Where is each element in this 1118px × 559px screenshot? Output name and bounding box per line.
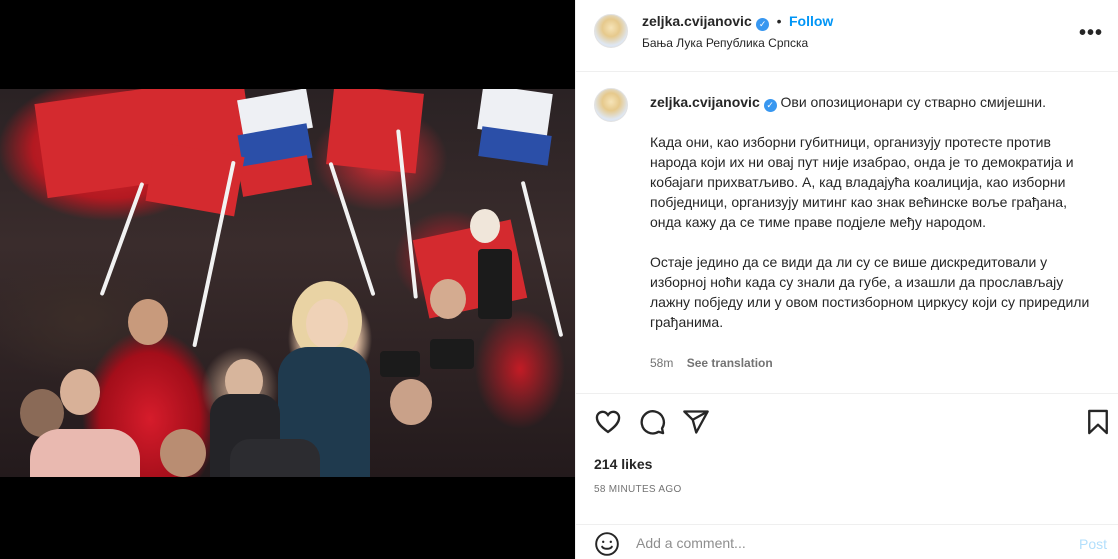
person xyxy=(390,379,432,425)
camera xyxy=(478,249,512,319)
camera xyxy=(430,339,474,369)
post-photo[interactable] xyxy=(0,89,575,477)
post-comment-button[interactable]: Post xyxy=(1079,536,1107,552)
header-user-line: zeljka.cvijanovic ✓ • Follow xyxy=(642,13,833,31)
avatar[interactable] xyxy=(594,88,628,122)
post-timestamp: 58 MINUTES AGO xyxy=(594,484,682,495)
share-icon[interactable] xyxy=(682,408,710,436)
person xyxy=(306,299,348,349)
username-link[interactable]: zeljka.cvijanovic xyxy=(642,13,752,29)
comment-icon[interactable] xyxy=(638,408,666,436)
likes-count[interactable]: 214 likes xyxy=(594,456,652,472)
caption-meta: 58m See translation xyxy=(650,356,773,370)
caption-paragraph: Када они, као изборни губитници, организ… xyxy=(650,134,1074,230)
flag-pole xyxy=(328,161,376,297)
separator: • xyxy=(776,13,782,29)
caption-line: Ови опозиционари су стварно смијешни. xyxy=(780,94,1047,110)
emoji-icon[interactable] xyxy=(594,531,620,557)
divider xyxy=(576,393,1118,394)
person xyxy=(470,209,500,243)
more-options-icon[interactable]: ••• xyxy=(1079,22,1103,45)
person xyxy=(430,279,466,319)
bookmark-icon[interactable] xyxy=(1084,408,1112,436)
heart-icon[interactable] xyxy=(594,408,622,436)
verified-badge-icon: ✓ xyxy=(763,99,777,112)
post-media-area xyxy=(0,0,575,559)
person xyxy=(160,429,206,477)
comment-input[interactable] xyxy=(636,532,1016,554)
verified-badge-icon: ✓ xyxy=(756,18,770,31)
follow-button[interactable]: Follow xyxy=(789,13,833,29)
caption-username-link[interactable]: zeljka.cvijanovic xyxy=(650,94,760,110)
camera xyxy=(380,351,420,377)
flag-pole xyxy=(99,181,145,297)
flag-pole xyxy=(520,180,564,338)
person xyxy=(30,429,140,477)
location-link[interactable]: Бања Лука Република Српска xyxy=(642,36,808,50)
person xyxy=(128,299,168,345)
person xyxy=(60,369,100,415)
caption-paragraph: Остаје једино да се види да ли су се виш… xyxy=(650,254,1090,330)
post-header: zeljka.cvijanovic ✓ • Follow Бања Лука Р… xyxy=(576,0,1118,72)
comment-bar: Post xyxy=(576,524,1118,559)
post-time: 58m xyxy=(650,356,674,370)
avatar[interactable] xyxy=(594,14,628,48)
caption-area: zeljka.cvijanovic ✓ Ови опозиционари су … xyxy=(594,88,1104,378)
caption-text: zeljka.cvijanovic ✓ Ови опозиционари су … xyxy=(650,92,1094,352)
person xyxy=(230,439,320,477)
flag xyxy=(326,89,424,174)
see-translation-button[interactable]: See translation xyxy=(687,356,773,370)
post-details-panel: zeljka.cvijanovic ✓ • Follow Бања Лука Р… xyxy=(575,0,1118,559)
